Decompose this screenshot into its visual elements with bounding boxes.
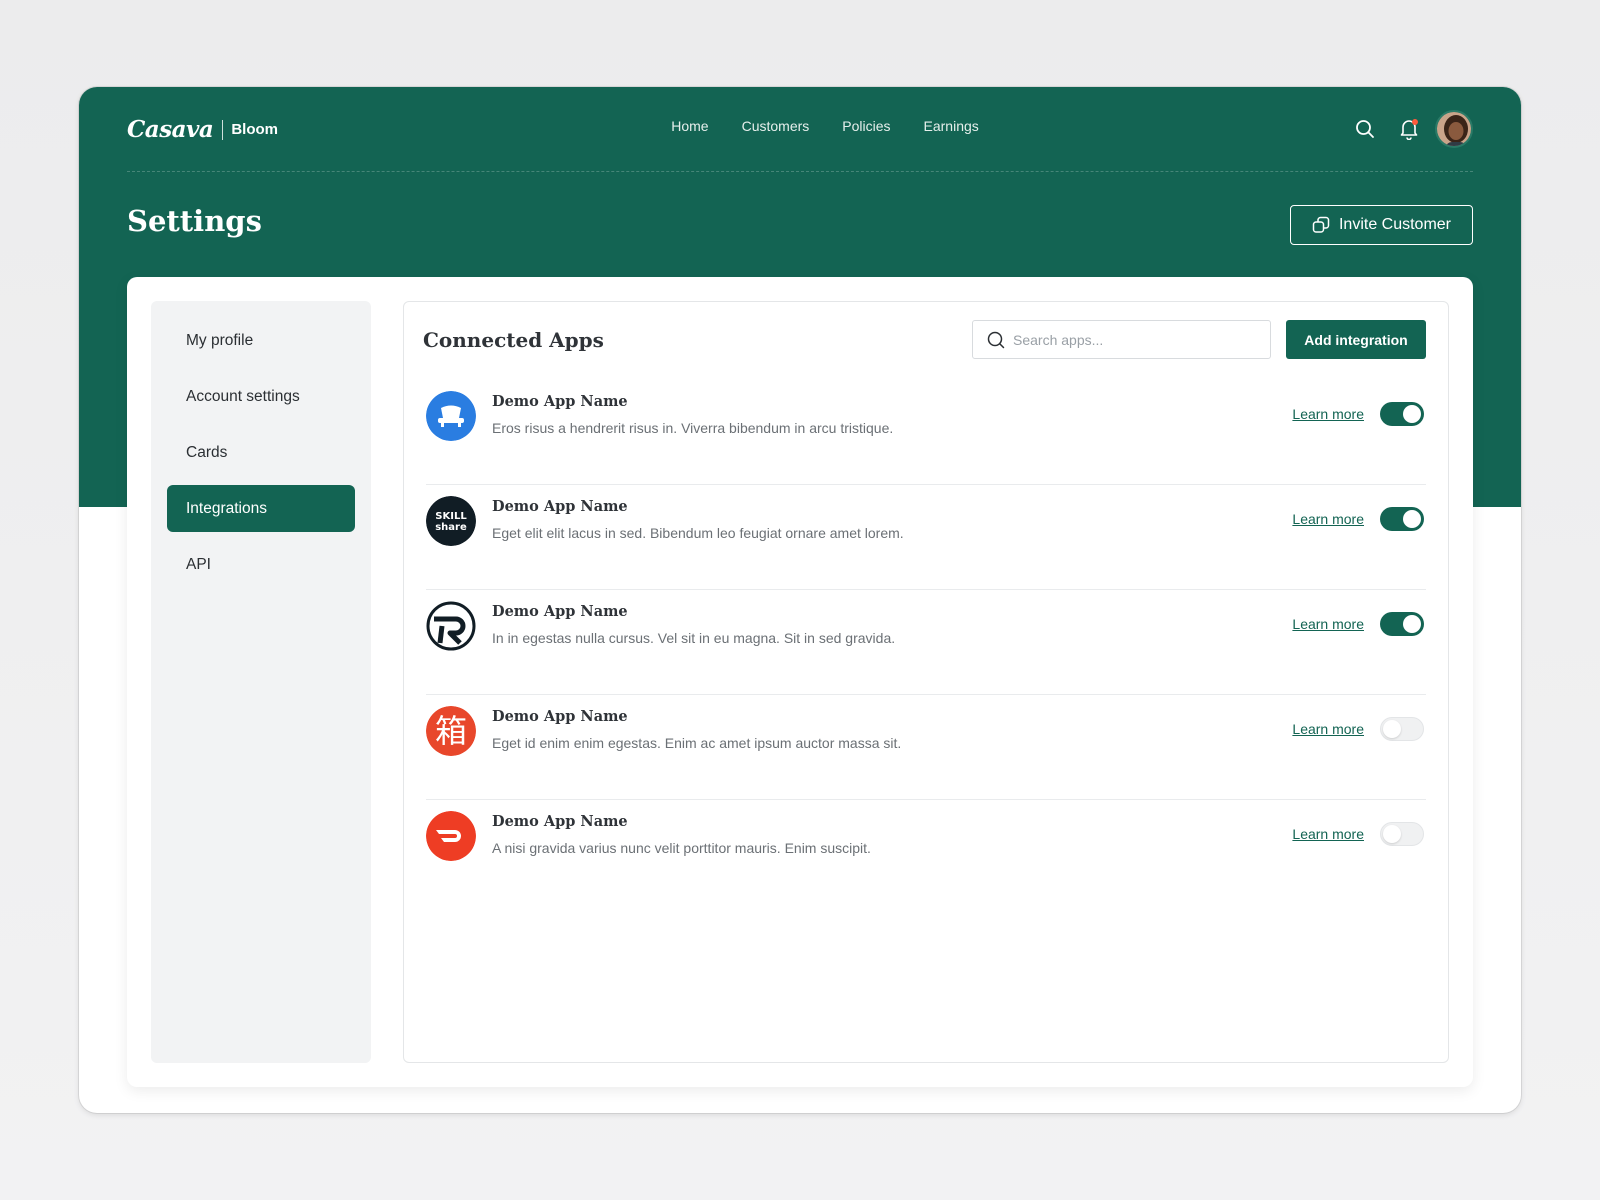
sidebar-item-integrations[interactable]: Integrations [167, 485, 355, 532]
toggle-knob [1403, 510, 1421, 528]
toggle-knob [1403, 615, 1421, 633]
learn-more-link[interactable]: Learn more [1292, 616, 1364, 632]
blue-sofa-logo-icon [426, 391, 476, 441]
app-logo [426, 391, 476, 441]
app-description: Eget id enim enim egestas. Enim ac amet … [492, 735, 902, 751]
nav-earnings[interactable]: Earnings [924, 118, 979, 134]
app-list: Demo App Name Eros risus a hendrerit ris… [426, 380, 1426, 905]
top-navigation-bar: Casava Bloom Home Customers Policies Ear… [127, 87, 1473, 172]
r-circle-logo-icon [426, 601, 476, 651]
search-button[interactable] [1347, 111, 1383, 147]
connected-apps-panel: Connected Apps Add integration [403, 301, 1449, 1063]
learn-more-link[interactable]: Learn more [1292, 826, 1364, 842]
app-row: Demo App Name Eros risus a hendrerit ris… [426, 380, 1426, 485]
toggle-knob [1383, 825, 1401, 843]
svg-text:share: share [435, 522, 467, 533]
app-description: In in egestas nulla cursus. Vel sit in e… [492, 630, 896, 646]
learn-more-link[interactable]: Learn more [1292, 721, 1364, 737]
sidebar-item-label: Integrations [186, 499, 267, 517]
app-row: Demo App Name In in egestas nulla cursus… [426, 590, 1426, 695]
avatar[interactable] [1435, 110, 1473, 148]
app-description: A nisi gravida varius nunc velit porttit… [492, 840, 871, 856]
app-window: Casava Bloom Home Customers Policies Ear… [79, 87, 1521, 1113]
app-description: Eros risus a hendrerit risus in. Viverra… [492, 420, 894, 436]
header-actions [1347, 110, 1473, 148]
settings-sidebar: My profile Account settings Cards Integr… [151, 301, 371, 1063]
skillshare-logo-icon: SKILL share [426, 496, 476, 546]
app-row: SKILL share Demo App Name Eget elit elit… [426, 485, 1426, 590]
app-toggle[interactable] [1380, 507, 1424, 531]
app-description: Eget elit elit lacus in sed. Bibendum le… [492, 525, 904, 541]
invite-customer-label: Invite Customer [1338, 216, 1452, 233]
sidebar-item-account-settings[interactable]: Account settings [167, 373, 355, 420]
search-apps-field[interactable] [972, 320, 1271, 359]
notifications-button[interactable] [1391, 111, 1427, 147]
user-avatar-image [1437, 112, 1471, 146]
learn-more-link[interactable]: Learn more [1292, 511, 1364, 527]
app-name: Demo App Name [492, 603, 628, 620]
app-name: Demo App Name [492, 498, 628, 515]
app-name: Demo App Name [492, 393, 628, 410]
sidebar-item-label: Cards [186, 443, 228, 461]
sidebar-item-my-profile[interactable]: My profile [167, 317, 355, 364]
add-integration-button[interactable]: Add integration [1286, 320, 1426, 359]
panel-title: Connected Apps [423, 328, 604, 352]
nav-home[interactable]: Home [671, 118, 708, 134]
sidebar-item-cards[interactable]: Cards [167, 429, 355, 476]
search-apps-input[interactable] [1013, 331, 1253, 348]
app-logo: SKILL share [426, 496, 476, 546]
app-toggle[interactable] [1380, 612, 1424, 636]
svg-text:箱: 箱 [435, 712, 467, 750]
sidebar-item-label: My profile [186, 331, 254, 349]
app-toggle[interactable] [1380, 402, 1424, 426]
toggle-knob [1403, 405, 1421, 423]
search-icon [1356, 120, 1374, 138]
app-name: Demo App Name [492, 708, 628, 725]
search-icon [987, 331, 1005, 348]
app-row: 箱 Demo App Name Eget id enim enim egesta… [426, 695, 1426, 800]
sidebar-item-api[interactable]: API [167, 541, 355, 588]
settings-card: My profile Account settings Cards Integr… [127, 277, 1473, 1087]
sidebar-item-label: API [186, 555, 211, 573]
invite-customer-button[interactable]: Invite Customer [1290, 205, 1473, 245]
app-logo: 箱 [426, 706, 476, 756]
app-toggle[interactable] [1380, 822, 1424, 846]
nav-policies[interactable]: Policies [842, 118, 890, 134]
app-toggle[interactable] [1380, 717, 1424, 741]
app-logo [426, 811, 476, 861]
learn-more-link[interactable]: Learn more [1292, 406, 1364, 422]
red-kanji-logo-icon: 箱 [426, 706, 476, 756]
notification-dot [1412, 119, 1418, 125]
svg-text:SKILL: SKILL [435, 511, 467, 522]
sidebar-item-label: Account settings [186, 387, 300, 405]
doordash-logo-icon [426, 811, 476, 861]
app-row: Demo App Name A nisi gravida varius nunc… [426, 800, 1426, 905]
app-name: Demo App Name [492, 813, 628, 830]
app-logo [426, 601, 476, 651]
nav-customers[interactable]: Customers [742, 118, 810, 134]
page-title: Settings [127, 204, 262, 238]
main-nav: Home Customers Policies Earnings [177, 118, 1473, 134]
toggle-knob [1383, 720, 1401, 738]
copy-icon [1312, 216, 1330, 233]
